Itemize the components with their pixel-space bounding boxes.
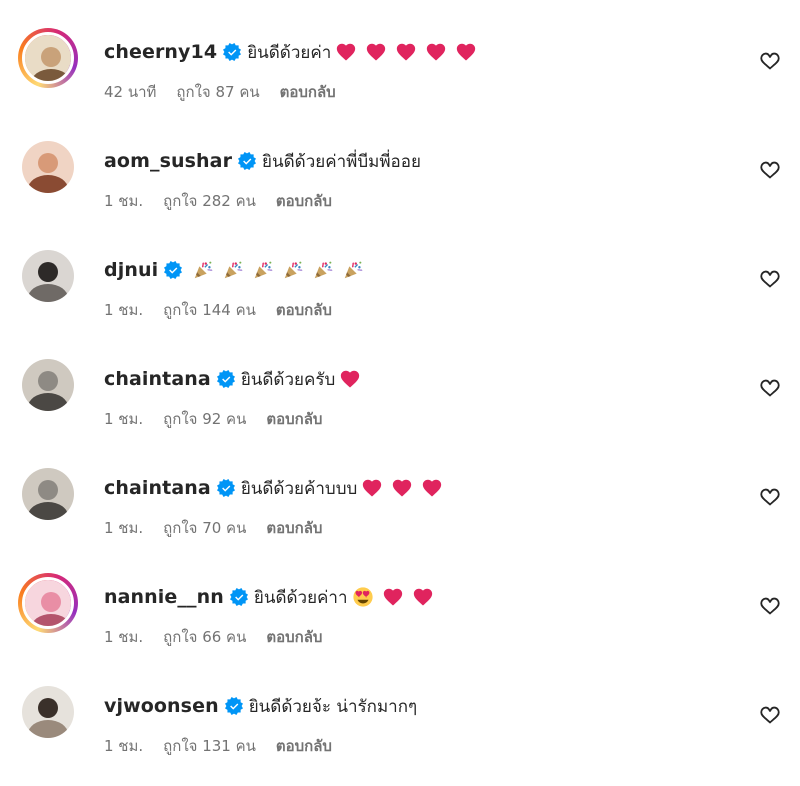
comment-item: vjwoonsen ยินดีด้วยจ้ะ น่ารักมากๆ 1 ชม. … — [0, 678, 800, 786]
avatar[interactable] — [18, 246, 78, 306]
comment-item: nannie__nn ยินดีด้วยค่าา 1 ชม. ถูกใจ 66 … — [0, 569, 800, 677]
reply-button[interactable]: ตอบกลับ — [276, 298, 332, 322]
verified-badge-icon — [224, 697, 243, 715]
reply-button[interactable]: ตอบกลับ — [266, 625, 322, 649]
red-heart-emoji-icon — [425, 41, 447, 63]
like-heart-icon[interactable] — [759, 595, 781, 617]
reply-button[interactable]: ตอบกลับ — [276, 734, 332, 758]
verified-badge-icon — [238, 152, 257, 170]
like-heart-icon[interactable] — [759, 50, 781, 72]
like-count[interactable]: ถูกใจ 92 คน — [163, 407, 246, 431]
comment-emojis — [192, 259, 364, 281]
comment-item: cheerny14 ยินดีด้วยค่า 42 นาที ถูกใจ 87 … — [0, 24, 800, 132]
username-link[interactable]: nannie__nn — [104, 586, 224, 608]
verified-badge-icon — [164, 261, 183, 279]
like-heart-icon[interactable] — [759, 159, 781, 181]
avatar[interactable] — [18, 573, 78, 633]
avatar-image — [22, 577, 74, 629]
comment-text: ยินดีด้วยค้าบบบ — [240, 478, 358, 499]
party-popper-emoji-icon — [222, 259, 244, 281]
party-popper-emoji-icon — [252, 259, 274, 281]
avatar[interactable] — [18, 464, 78, 524]
username-link[interactable]: aom_sushar — [104, 150, 232, 172]
like-count[interactable]: ถูกใจ 144 คน — [163, 298, 256, 322]
verified-badge-icon — [229, 588, 248, 606]
avatar[interactable] — [18, 28, 78, 88]
verified-badge-icon — [223, 43, 242, 61]
comment-emojis — [361, 477, 443, 499]
like-heart-icon[interactable] — [759, 486, 781, 508]
comment-item: aom_sushar ยินดีด้วยค่าพี่บีมพี่ออย 1 ชม… — [0, 133, 800, 241]
comment-item: chaintana ยินดีด้วยครับ 1 ชม. ถูกใจ 92 ค… — [0, 351, 800, 459]
username-link[interactable]: cheerny14 — [104, 41, 217, 63]
like-count[interactable]: ถูกใจ 282 คน — [163, 189, 256, 213]
username-link[interactable]: djnui — [104, 259, 158, 281]
avatar-image — [22, 141, 74, 193]
red-heart-emoji-icon — [335, 41, 357, 63]
comment-emojis — [352, 586, 434, 608]
reply-button[interactable]: ตอบกลับ — [266, 516, 322, 540]
red-heart-emoji-icon — [421, 477, 443, 499]
avatar[interactable] — [18, 137, 78, 197]
party-popper-emoji-icon — [282, 259, 304, 281]
party-popper-emoji-icon — [312, 259, 334, 281]
like-heart-icon[interactable] — [759, 268, 781, 290]
comment-timestamp[interactable]: 1 ชม. — [104, 407, 143, 431]
comment-text: ยินดีด้วยค่า — [247, 42, 332, 63]
verified-badge-icon — [216, 370, 235, 388]
username-link[interactable]: chaintana — [104, 368, 211, 390]
comment-text: ยินดีด้วยจ้ะ น่ารักมากๆ — [248, 696, 418, 717]
verified-badge-icon — [216, 479, 235, 497]
avatar-image — [22, 250, 74, 302]
comment-timestamp[interactable]: 1 ชม. — [104, 734, 143, 758]
avatar-image — [22, 686, 74, 738]
comment-timestamp[interactable]: 1 ชม. — [104, 189, 143, 213]
avatar-image — [22, 32, 74, 84]
red-heart-emoji-icon — [412, 586, 434, 608]
comment-text: ยินดีด้วยค่าา — [253, 587, 348, 608]
red-heart-emoji-icon — [339, 368, 361, 390]
heart-eyes-emoji-icon — [352, 586, 374, 608]
comment-item: djnui 1 ชม. ถูกใจ 144 คน ตอบกลับ — [0, 242, 800, 350]
reply-button[interactable]: ตอบกลับ — [280, 80, 336, 104]
comment-item: chaintana ยินดีด้วยค้าบบบ 1 ชม. ถูกใจ 70… — [0, 460, 800, 568]
avatar[interactable] — [18, 682, 78, 742]
comment-timestamp[interactable]: 1 ชม. — [104, 516, 143, 540]
comment-timestamp[interactable]: 42 นาที — [104, 80, 156, 104]
like-count[interactable]: ถูกใจ 87 คน — [176, 80, 259, 104]
reply-button[interactable]: ตอบกลับ — [266, 407, 322, 431]
comment-emojis — [335, 41, 477, 63]
username-link[interactable]: vjwoonsen — [104, 695, 219, 717]
like-count[interactable]: ถูกใจ 131 คน — [163, 734, 256, 758]
like-heart-icon[interactable] — [759, 704, 781, 726]
like-heart-icon[interactable] — [759, 377, 781, 399]
like-count[interactable]: ถูกใจ 70 คน — [163, 516, 246, 540]
username-link[interactable]: chaintana — [104, 477, 211, 499]
red-heart-emoji-icon — [382, 586, 404, 608]
avatar-image — [22, 468, 74, 520]
comment-text: ยินดีด้วยค่าพี่บีมพี่ออย — [262, 151, 421, 172]
red-heart-emoji-icon — [365, 41, 387, 63]
avatar-image — [22, 359, 74, 411]
red-heart-emoji-icon — [395, 41, 417, 63]
reply-button[interactable]: ตอบกลับ — [276, 189, 332, 213]
comment-text: ยินดีด้วยครับ — [240, 369, 336, 390]
avatar[interactable] — [18, 355, 78, 415]
comment-timestamp[interactable]: 1 ชม. — [104, 625, 143, 649]
red-heart-emoji-icon — [391, 477, 413, 499]
comment-emojis — [339, 368, 361, 390]
red-heart-emoji-icon — [455, 41, 477, 63]
red-heart-emoji-icon — [361, 477, 383, 499]
like-count[interactable]: ถูกใจ 66 คน — [163, 625, 246, 649]
comment-timestamp[interactable]: 1 ชม. — [104, 298, 143, 322]
party-popper-emoji-icon — [342, 259, 364, 281]
party-popper-emoji-icon — [192, 259, 214, 281]
